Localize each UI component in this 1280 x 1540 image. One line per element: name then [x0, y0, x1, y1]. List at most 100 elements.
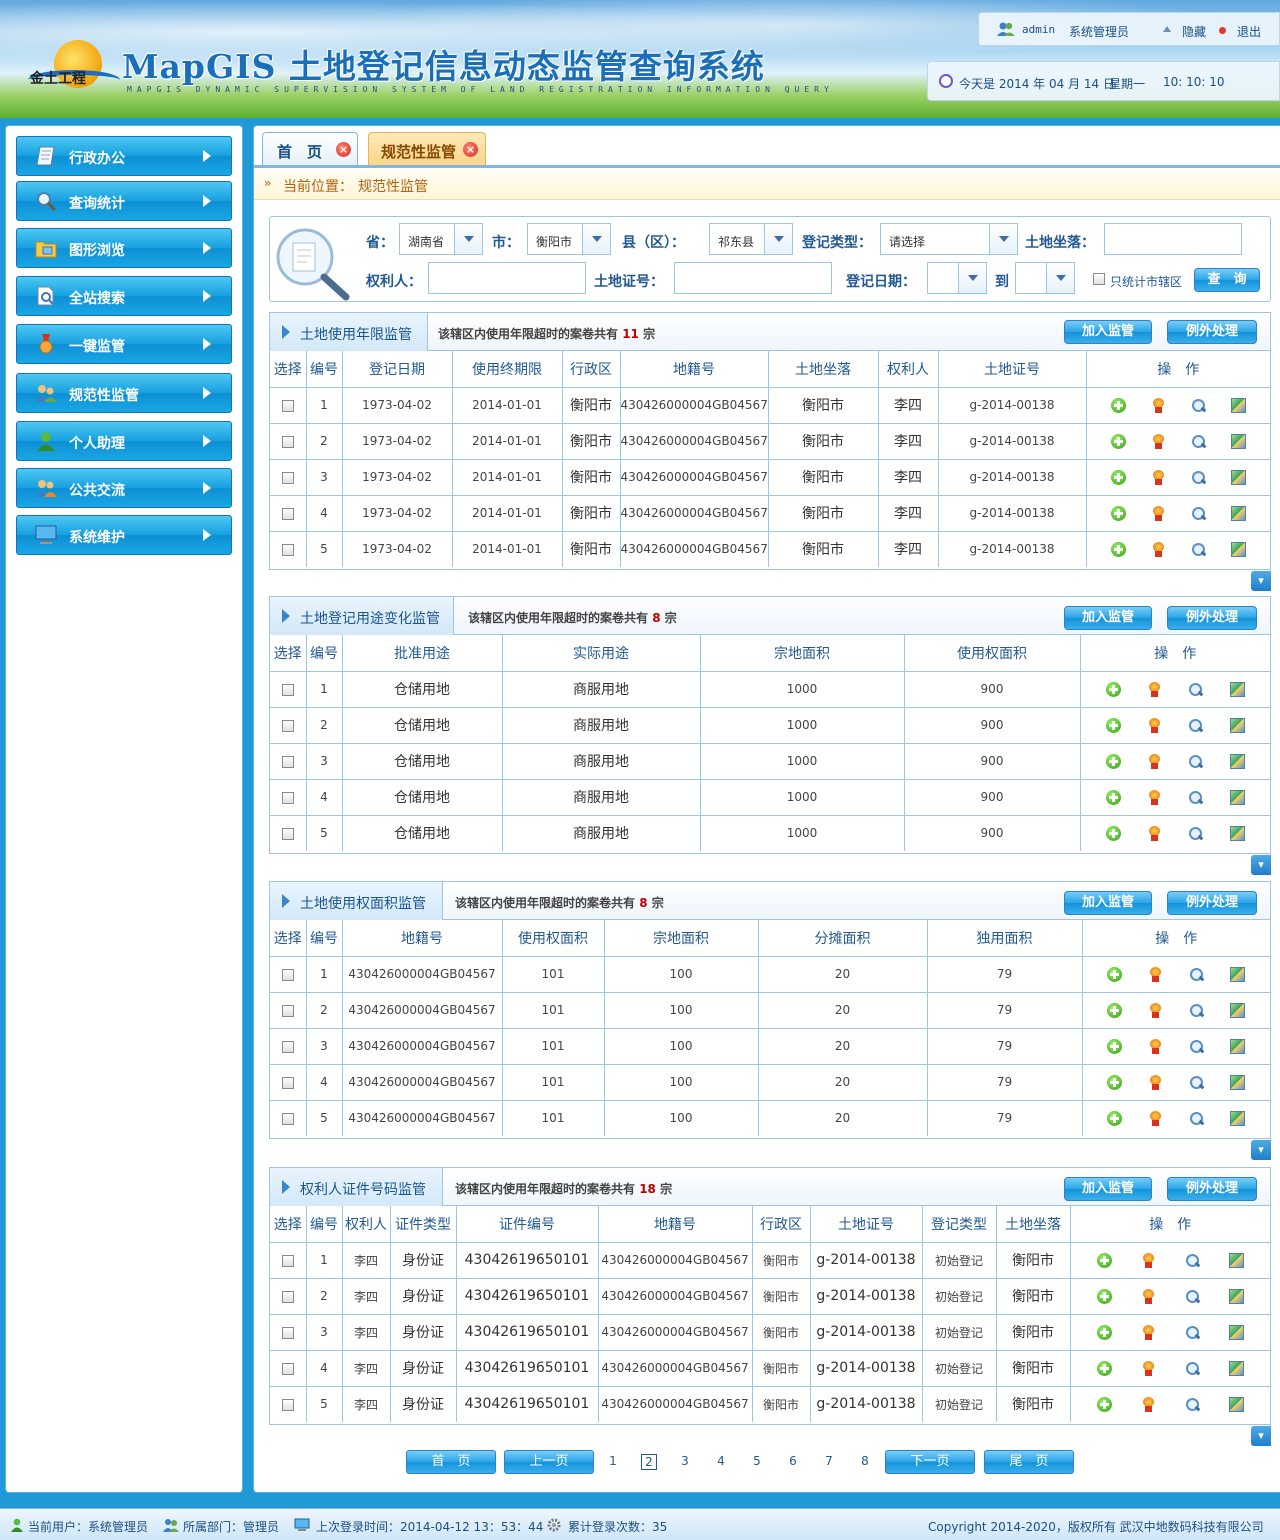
first-page-button[interactable]: 首 页 — [406, 1450, 496, 1474]
view-icon[interactable] — [1189, 1111, 1204, 1126]
image-icon[interactable] — [1230, 966, 1246, 982]
row-checkbox[interactable] — [281, 435, 294, 448]
award-icon[interactable] — [1147, 753, 1162, 769]
owner-input[interactable] — [428, 262, 586, 294]
row-checkbox[interactable] — [281, 1004, 294, 1017]
image-icon[interactable] — [1229, 681, 1245, 697]
province-select[interactable]: 湖南省 — [399, 223, 483, 255]
sidebar-item-personal-assistant[interactable]: 个人助理 — [16, 421, 232, 461]
add-icon[interactable] — [1107, 1074, 1123, 1090]
query-button[interactable]: 查 询 — [1194, 268, 1260, 292]
view-icon[interactable] — [1191, 470, 1206, 485]
view-icon[interactable] — [1185, 1361, 1200, 1376]
expand-icon[interactable]: ▾ — [1251, 1140, 1271, 1160]
page-number[interactable]: 3 — [677, 1454, 693, 1470]
view-icon[interactable] — [1191, 398, 1206, 413]
view-icon[interactable] — [1189, 1075, 1204, 1090]
add-icon[interactable] — [1105, 825, 1121, 841]
sidebar-item-one-click-supervise[interactable]: 一键监管 — [16, 324, 232, 364]
view-icon[interactable] — [1189, 1039, 1204, 1054]
row-checkbox[interactable] — [281, 1290, 294, 1303]
award-icon[interactable] — [1141, 1252, 1156, 1268]
row-checkbox[interactable] — [281, 827, 294, 840]
last-page-button[interactable]: 尾 页 — [984, 1450, 1074, 1474]
expand-icon[interactable]: ▾ — [1251, 571, 1271, 591]
view-icon[interactable] — [1188, 682, 1203, 697]
image-icon[interactable] — [1230, 433, 1246, 449]
exception-button[interactable]: 例外处理 — [1167, 891, 1257, 915]
image-icon[interactable] — [1228, 1324, 1244, 1340]
image-icon[interactable] — [1229, 789, 1245, 805]
sidebar-item-system-maintenance[interactable]: 系统维护 — [16, 515, 232, 555]
view-icon[interactable] — [1189, 967, 1204, 982]
image-icon[interactable] — [1229, 825, 1245, 841]
view-icon[interactable] — [1188, 754, 1203, 769]
award-icon[interactable] — [1151, 469, 1166, 485]
page-number[interactable]: 4 — [713, 1454, 729, 1470]
view-icon[interactable] — [1185, 1289, 1200, 1304]
image-icon[interactable] — [1230, 469, 1246, 485]
award-icon[interactable] — [1147, 717, 1162, 733]
city-select[interactable]: 衡阳市 — [527, 223, 611, 255]
add-icon[interactable] — [1105, 789, 1121, 805]
add-icon[interactable] — [1096, 1396, 1112, 1412]
award-icon[interactable] — [1151, 397, 1166, 413]
award-icon[interactable] — [1141, 1396, 1156, 1412]
page-number[interactable]: 1 — [605, 1454, 621, 1470]
row-checkbox[interactable] — [281, 1112, 294, 1125]
add-supervise-button[interactable]: 加入监管 — [1064, 891, 1152, 915]
hide-link[interactable]: 隐藏 — [1182, 23, 1206, 40]
add-icon[interactable] — [1105, 681, 1121, 697]
add-icon[interactable] — [1107, 966, 1123, 982]
image-icon[interactable] — [1228, 1360, 1244, 1376]
row-checkbox[interactable] — [281, 1326, 294, 1339]
row-checkbox[interactable] — [281, 1398, 294, 1411]
add-icon[interactable] — [1096, 1252, 1112, 1268]
add-icon[interactable] — [1110, 397, 1126, 413]
row-checkbox[interactable] — [281, 1362, 294, 1375]
add-icon[interactable] — [1110, 433, 1126, 449]
award-icon[interactable] — [1151, 541, 1166, 557]
row-checkbox[interactable] — [281, 1254, 294, 1267]
add-supervise-button[interactable]: 加入监管 — [1064, 320, 1152, 344]
sidebar-item-public-exchange[interactable]: 公共交流 — [16, 468, 232, 508]
image-icon[interactable] — [1230, 1074, 1246, 1090]
next-page-button[interactable]: 下一页 — [885, 1450, 975, 1474]
regtype-select[interactable]: 请选择 — [880, 223, 1018, 255]
sidebar-item-admin-office[interactable]: 行政办公 — [16, 136, 232, 176]
close-icon[interactable]: × — [463, 142, 478, 157]
prev-page-button[interactable]: 上一页 — [504, 1450, 594, 1474]
award-icon[interactable] — [1148, 1038, 1163, 1054]
row-checkbox[interactable] — [281, 683, 294, 696]
expand-icon[interactable]: ▾ — [1251, 855, 1271, 875]
image-icon[interactable] — [1230, 1110, 1246, 1126]
exception-button[interactable]: 例外处理 — [1167, 1177, 1257, 1201]
row-checkbox[interactable] — [281, 968, 294, 981]
add-supervise-button[interactable]: 加入监管 — [1064, 1177, 1152, 1201]
image-icon[interactable] — [1230, 1002, 1246, 1018]
row-checkbox[interactable] — [281, 791, 294, 804]
image-icon[interactable] — [1228, 1396, 1244, 1412]
view-icon[interactable] — [1185, 1397, 1200, 1412]
exception-button[interactable]: 例外处理 — [1167, 606, 1257, 630]
image-icon[interactable] — [1228, 1288, 1244, 1304]
view-icon[interactable] — [1191, 434, 1206, 449]
award-icon[interactable] — [1151, 433, 1166, 449]
image-icon[interactable] — [1230, 505, 1246, 521]
view-icon[interactable] — [1188, 718, 1203, 733]
county-select[interactable]: 祁东县 — [709, 223, 793, 255]
tab-home[interactable]: 首 页 × — [262, 132, 358, 165]
add-icon[interactable] — [1105, 753, 1121, 769]
award-icon[interactable] — [1148, 1110, 1163, 1126]
row-checkbox[interactable] — [281, 1076, 294, 1089]
page-number[interactable]: 5 — [749, 1454, 765, 1470]
add-icon[interactable] — [1110, 505, 1126, 521]
cert-input[interactable] — [674, 262, 832, 294]
award-icon[interactable] — [1148, 966, 1163, 982]
exception-button[interactable]: 例外处理 — [1167, 320, 1257, 344]
add-icon[interactable] — [1107, 1002, 1123, 1018]
page-number[interactable]: 7 — [821, 1454, 837, 1470]
award-icon[interactable] — [1141, 1324, 1156, 1340]
row-checkbox[interactable] — [281, 399, 294, 412]
logout-link[interactable]: 退出 — [1237, 23, 1261, 40]
